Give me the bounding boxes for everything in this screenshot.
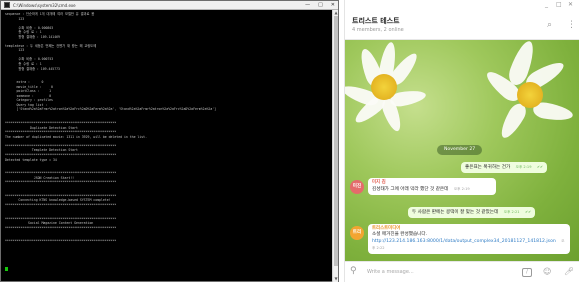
message-text: 두 사람은 판에는 콩떡이 잘 맞는 것 같았는데 (412, 210, 499, 215)
console-titlebar[interactable]: C:\Windows\system32\cmd.exe — □ ✕ (1, 1, 338, 10)
message-time: 오후 2:19 (453, 187, 470, 191)
date-separator: November 27 (437, 145, 483, 155)
read-checks-icon: ✔✔ (525, 210, 532, 214)
close-button[interactable]: ✕ (331, 1, 335, 9)
cmd-icon (4, 2, 10, 8)
console-scrollbar[interactable]: ▲ ▼ (332, 10, 338, 282)
telegram-window-bar: _ □ ✕ (345, 0, 579, 12)
microphone-icon[interactable]: 🎤︎ (564, 267, 574, 276)
chat-header[interactable]: 트리스트 테스트 4 members, 2 online ⌕ ⋮ (345, 12, 579, 40)
message-incoming[interactable]: 미지 김 김성태가 그에 아래 막라 했단 것 같은데 오후 2:19 (368, 178, 496, 195)
chat-area[interactable]: November 27 좋은표는 복귀하는 건가 오후 2:19 ✔✔ 미진 미… (345, 40, 579, 261)
maximize-button[interactable]: □ (318, 1, 323, 9)
console-title: C:\Windows\system32\cmd.exe (13, 2, 76, 8)
message-text: 좋은표는 복귀하는 건가 (465, 165, 511, 170)
message-time: 오후 2:19 (515, 165, 532, 169)
message-text: 김성태가 그에 아래 막라 했단 것 같은데 (372, 187, 449, 192)
chat-status: 4 members, 2 online (352, 27, 404, 33)
console-line (5, 266, 330, 272)
tg-minimize-button[interactable]: _ (545, 1, 548, 8)
message-text: 소셜 매거진을 완성했습니다. (372, 232, 428, 237)
chat-name[interactable]: 트리스트 테스트 (352, 16, 400, 26)
paperclip-icon[interactable]: ⚲ (350, 266, 357, 276)
read-checks-icon: ✔✔ (536, 165, 543, 169)
message-outgoing[interactable]: 두 사람은 판에는 콩떡이 잘 맞는 것 같았는데 오후 2:21 ✔✔ (408, 207, 536, 218)
more-vertical-icon[interactable]: ⋮ (567, 20, 576, 30)
commands-icon[interactable]: / (522, 268, 532, 277)
message-sender[interactable]: 미지 김 (372, 180, 492, 186)
message-input[interactable]: Write a message... (367, 269, 414, 275)
scrollbar-thumb[interactable] (334, 16, 338, 266)
search-icon[interactable]: ⌕ (547, 20, 552, 30)
console-output: sequence : 단순하게 1개 대개에 여러 모델만 유 결과로 봄 12… (1, 10, 334, 282)
flower-center (517, 82, 543, 108)
console-cursor (5, 266, 8, 271)
message-composer[interactable]: ⚲ Write a message... / ☺ 🎤︎ (345, 261, 579, 282)
minimize-button[interactable]: — (305, 1, 310, 9)
message-time: 오후 2:21 (503, 210, 520, 214)
avatar[interactable]: 트리 (350, 226, 364, 240)
console-window[interactable]: C:\Windows\system32\cmd.exe — □ ✕ sequen… (0, 0, 339, 282)
tg-maximize-button[interactable]: □ (556, 1, 562, 8)
avatar[interactable]: 미진 (350, 180, 364, 194)
tg-close-button[interactable]: ✕ (568, 1, 573, 8)
message-incoming[interactable]: 트리스트미디어 소셜 매거진을 완성했습니다. http://123.214.1… (368, 224, 570, 254)
emoji-icon[interactable]: ☺ (543, 267, 551, 276)
message-outgoing[interactable]: 좋은표는 복귀하는 건가 오후 2:19 ✔✔ (461, 162, 547, 173)
message-link[interactable]: http://123.214.186.163:8000/1/data/outpu… (372, 239, 556, 244)
flower-center (371, 74, 397, 100)
telegram-window[interactable]: _ □ ✕ 트리스트 테스트 4 members, 2 online ⌕ ⋮ N… (344, 0, 579, 282)
